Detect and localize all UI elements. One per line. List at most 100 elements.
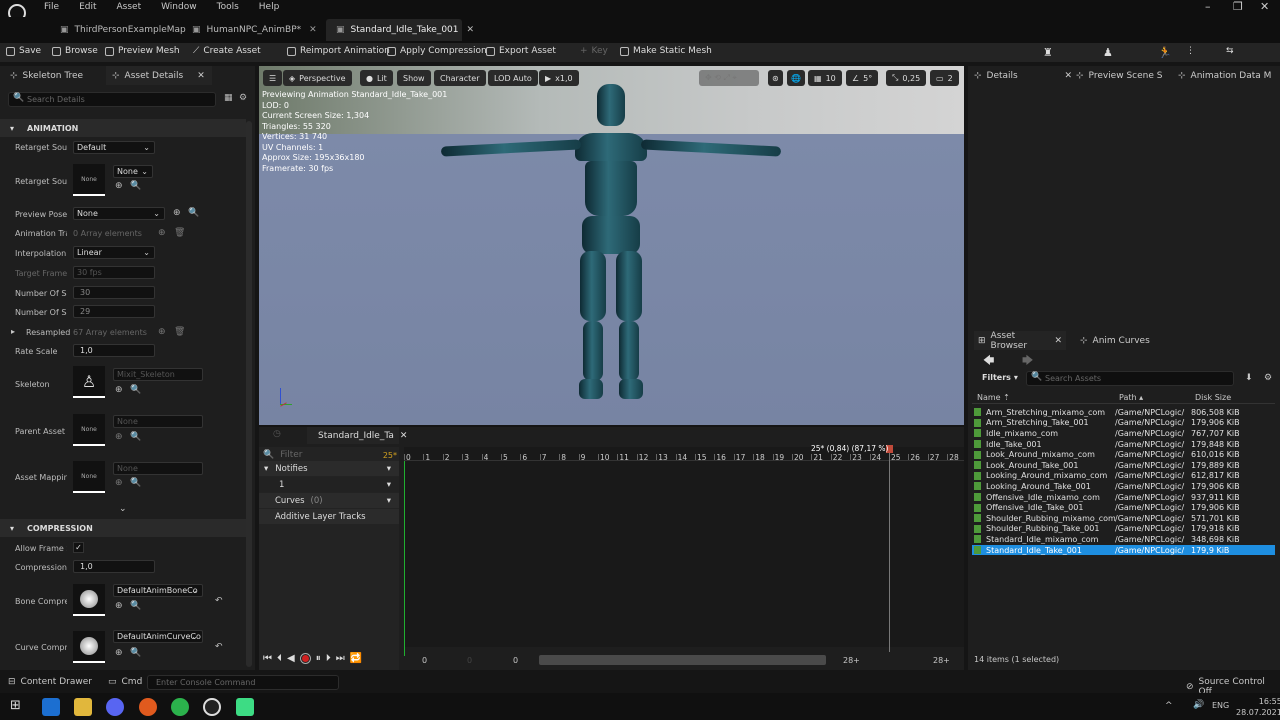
asset-row[interactable]: Standard_Idle_mixamo_com/Game/NPCLogic/3… <box>972 534 1275 545</box>
mannequin-character[interactable] <box>435 81 785 421</box>
trash-icon[interactable]: 🗑 <box>174 228 185 238</box>
browse-icon[interactable]: 🔍 <box>130 648 141 658</box>
notifies-track[interactable]: ▾ Notifies ▾ <box>259 461 399 476</box>
chevron-down-icon[interactable]: ▾ <box>387 496 391 506</box>
asset-row[interactable]: Offensive_Idle_mixamo_com/Game/NPCLogic/… <box>972 492 1275 503</box>
asset-row[interactable]: Looking_Around_mixamo_com/Game/NPCLogic/… <box>972 471 1275 482</box>
minimize-icon[interactable]: – <box>1205 0 1211 13</box>
lit-button[interactable]: ● Lit <box>360 70 393 86</box>
export-asset-button[interactable]: Export Asset <box>486 46 556 56</box>
chevron-down-icon[interactable]: ▾ <box>387 480 391 490</box>
allow-frame-stripping-checkbox[interactable]: ✓ <box>73 542 84 553</box>
bone-compression-thumbnail[interactable] <box>73 584 105 616</box>
use-selected-icon[interactable]: ⊕ <box>115 648 123 658</box>
menu-edit[interactable]: Edit <box>79 2 96 12</box>
asset-row[interactable]: Shoulder_Rubbing_Take_001/Game/NPCLogic/… <box>972 524 1275 535</box>
curves-track[interactable]: Curves (0) ▾ <box>259 493 399 508</box>
scale-snap-button[interactable]: ⤡ 0,25 <box>886 70 927 86</box>
asset-row[interactable]: Arm_Stretching_mixamo_com/Game/NPCLogic/… <box>972 407 1275 418</box>
col-path-header[interactable]: Path ▴ <box>1119 393 1143 402</box>
menu-tools[interactable]: Tools <box>217 2 239 12</box>
add-element-icon[interactable]: ⊕ <box>158 327 166 337</box>
expand-icon[interactable]: ▸ <box>11 327 15 336</box>
curve-compression-thumbnail[interactable] <box>73 631 105 663</box>
console-input[interactable]: Enter Console Command <box>147 675 339 690</box>
more-options-icon[interactable]: ⋮ <box>1186 46 1195 56</box>
tab-animbp[interactable]: ▣ HumanNPC_AnimBP* ✕ <box>182 19 327 41</box>
details-search-input[interactable]: Search Details <box>8 92 216 107</box>
world-local-icon[interactable]: 🌐 <box>787 70 805 86</box>
asset-row[interactable]: Shoulder_Rubbing_mixamo_com/Game/NPCLogi… <box>972 513 1275 524</box>
viewport-menu-button[interactable]: ☰ <box>263 70 283 86</box>
interpolation-combo[interactable]: Linear ⌄ <box>73 246 155 259</box>
asset-row[interactable]: Idle_mixamo_com/Game/NPCLogic/767,707 Ki… <box>972 428 1275 439</box>
bone-compression-combo[interactable]: DefaultAnimBoneCo ⌄ <box>113 584 203 597</box>
menu-window[interactable]: Window <box>161 2 197 12</box>
playhead-line[interactable] <box>889 447 890 652</box>
show-button[interactable]: Show <box>397 70 431 86</box>
browse-icon[interactable]: 🔍 <box>130 181 141 191</box>
loop-icon[interactable]: 🔁 <box>350 653 362 664</box>
chevron-down-icon[interactable]: ▾ <box>387 464 391 474</box>
tab-animation[interactable]: ▣ Standard_Idle_Take_001 ✕ <box>326 19 474 41</box>
compression-section-header[interactable]: ▾ COMPRESSION <box>0 519 246 537</box>
unreal-engine-taskbar-icon[interactable] <box>203 698 221 716</box>
rate-scale-field[interactable]: 1,0 <box>73 344 155 357</box>
record-button[interactable] <box>299 653 311 664</box>
retarget-asset-combo[interactable]: None ⌄ <box>113 165 153 178</box>
forward-arrow-icon[interactable]: 🡆 <box>1022 352 1033 371</box>
tab-animation-data[interactable]: ⊹ Animation Data M <box>1178 66 1278 85</box>
use-selected-icon[interactable]: ⊕ <box>115 432 123 442</box>
browse-icon[interactable]: 🔍 <box>130 385 141 395</box>
cmd-button[interactable]: ▭ Cmd <box>108 677 142 687</box>
timeline-grid[interactable]: 0 1 2 3 4 5 6 7 8 9 10 11 12 13 14 15 16 17 18 19 20 21 22 23 24… <box>404 444 964 656</box>
preview-viewport[interactable]: ☰ ◈ Perspective ● Lit Show Character LOD A… <box>259 66 964 425</box>
filters-button[interactable]: Filters ▾ <box>982 373 1018 382</box>
close-tab-icon[interactable]: ✕ <box>400 431 408 441</box>
save-search-icon[interactable]: ⬇ <box>1245 373 1253 383</box>
browse-icon[interactable]: 🔍 <box>130 601 141 611</box>
additive-layer-track[interactable]: Additive Layer Tracks <box>259 509 399 524</box>
perspective-button[interactable]: ◈ Perspective <box>283 70 352 86</box>
asset-search-input[interactable]: Search Assets <box>1026 371 1234 386</box>
pause-icon[interactable]: ⏸ <box>316 653 321 664</box>
maximize-icon[interactable]: ❐ <box>1233 0 1243 13</box>
layout-icon[interactable]: ⇆ <box>1226 46 1234 56</box>
asset-mapping-thumbnail[interactable]: None <box>73 461 105 493</box>
asset-row[interactable]: Look_Around_Take_001/Game/NPCLogic/179,8… <box>972 460 1275 471</box>
content-drawer-button[interactable]: ⊟ Content Drawer <box>8 677 92 687</box>
asset-row[interactable]: Offensive_Idle_Take_001/Game/NPCLogic/17… <box>972 502 1275 513</box>
compression-error-field[interactable]: 1,0 <box>73 560 155 573</box>
app-icon-2[interactable] <box>236 698 254 716</box>
advanced-expand-icon[interactable]: ⌄ <box>119 504 127 514</box>
tray-arrow-icon[interactable]: ^ <box>1165 701 1173 711</box>
view-start[interactable]: 0 <box>467 656 472 665</box>
close-tab-icon[interactable]: ✕ <box>1064 71 1072 81</box>
settings-icon[interactable]: ⚙ <box>239 93 247 103</box>
skeleton-mode-icon[interactable]: ♜ <box>1043 46 1053 59</box>
use-selected-icon[interactable]: ⊕ <box>115 385 123 395</box>
app-icon-1[interactable] <box>42 698 60 716</box>
clock[interactable]: 16:55 28.07.2021 <box>1236 696 1280 718</box>
close-tab-icon[interactable]: ✕ <box>197 71 205 81</box>
asset-row[interactable]: Look_Around_mixamo_com/Game/NPCLogic/610… <box>972 449 1275 460</box>
retarget-source-combo[interactable]: Default ⌄ <box>73 141 155 154</box>
menu-help[interactable]: Help <box>259 2 280 12</box>
tab-skeleton-tree[interactable]: ⊹ Skeleton Tree <box>10 66 83 85</box>
tab-map[interactable]: ▣ ThirdPersonExampleMap <box>50 19 196 41</box>
browse-icon[interactable]: 🔍 <box>188 208 199 218</box>
file-explorer-icon[interactable] <box>74 698 92 716</box>
animation-section-header[interactable]: ▾ ANIMATION <box>0 119 246 137</box>
view-range-start[interactable]: 0 <box>513 656 518 665</box>
notify-track-1[interactable]: 1 ▾ <box>259 477 399 492</box>
windows-start-icon[interactable]: ⊞ <box>10 698 21 713</box>
make-static-mesh-button[interactable]: Make Static Mesh <box>620 46 712 56</box>
menu-asset[interactable]: Asset <box>117 2 142 12</box>
retarget-asset-thumbnail[interactable]: None <box>73 164 105 196</box>
menu-file[interactable]: File <box>44 2 59 12</box>
use-selected-icon[interactable]: ⊕ <box>173 208 181 218</box>
col-size-header[interactable]: Disk Size <box>1195 393 1231 402</box>
apply-compression-button[interactable]: Apply Compression <box>387 46 487 56</box>
trash-icon[interactable]: 🗑 <box>174 327 185 337</box>
track-filter[interactable]: 🔍 Filter 25* <box>263 449 397 461</box>
